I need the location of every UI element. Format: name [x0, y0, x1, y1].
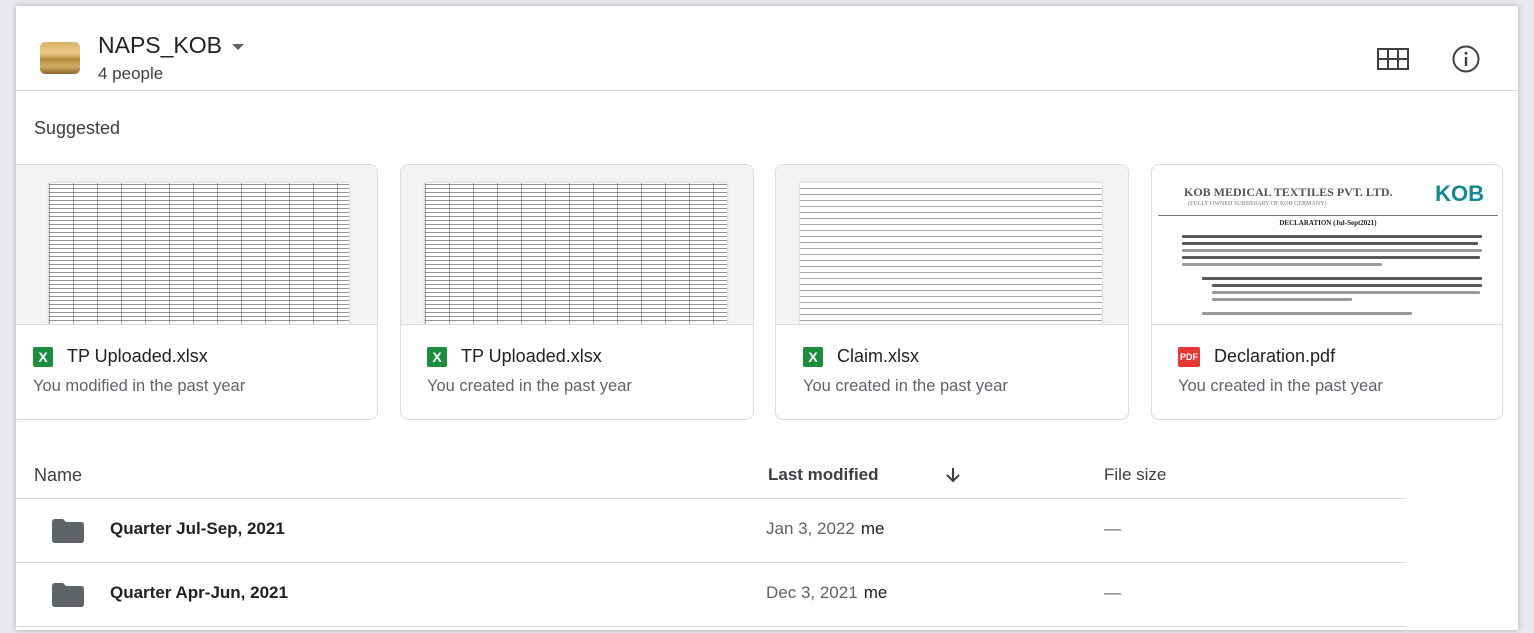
file-preview-thumbnail: [401, 165, 753, 325]
suggested-file-card[interactable]: KOB MEDICAL TEXTILES PVT. LTD. (FULLY OW…: [1151, 164, 1503, 420]
excel-file-icon: X: [427, 346, 447, 367]
last-modified-cell: Dec 3, 2021 me: [766, 583, 887, 603]
column-header-name[interactable]: Name: [34, 465, 82, 486]
column-header-last-modified[interactable]: Last modified: [768, 465, 879, 485]
suggested-file-card[interactable]: X Claim.xlsx You created in the past yea…: [775, 164, 1129, 420]
column-header-file-size: File size: [1104, 465, 1167, 484]
excel-file-icon: X: [33, 346, 53, 367]
pdf-file-icon: PDF: [1178, 346, 1200, 367]
file-activity: You created in the past year: [427, 377, 632, 395]
text-line: [1182, 235, 1482, 238]
text-line: [1182, 263, 1382, 266]
file-name: Declaration.pdf: [1214, 346, 1336, 366]
excel-file-icon: X: [803, 346, 823, 367]
pdf-preview: KOB MEDICAL TEXTILES PVT. LTD. (FULLY OW…: [1158, 179, 1498, 324]
table-row[interactable]: Quarter Jul-Sep, 2021 Jan 3, 2022 me —: [16, 499, 1406, 563]
modified-by: me: [860, 519, 885, 538]
file-preview-thumbnail: [776, 165, 1128, 325]
file-name: Claim.xlsx: [837, 346, 920, 366]
arrow-down-icon[interactable]: [944, 466, 962, 489]
file-name: TP Uploaded.xlsx: [67, 346, 208, 366]
text-line: [1182, 249, 1482, 252]
drive-thumbnail: [40, 42, 80, 74]
folder-name[interactable]: Quarter Apr-Jun, 2021: [110, 583, 288, 603]
suggested-file-card[interactable]: X TP Uploaded.xlsx You modified in the p…: [16, 164, 378, 420]
text-line: [1182, 256, 1480, 259]
file-size-cell: —: [1104, 583, 1121, 602]
text-line: [1212, 284, 1482, 287]
spreadsheet-preview: [800, 183, 1102, 324]
file-name: TP Uploaded.xlsx: [461, 346, 602, 366]
file-activity: You created in the past year: [803, 377, 1008, 395]
modified-by: me: [863, 583, 888, 602]
last-modified-cell: Jan 3, 2022 me: [766, 519, 884, 539]
shared-drive-panel: NAPS_KOB 4 people Suggested X TP Uploade…: [16, 6, 1518, 630]
modified-date: Jan 3, 2022: [766, 519, 855, 538]
text-line: [1212, 291, 1480, 294]
kob-logo: KOB: [1435, 181, 1484, 206]
drive-members[interactable]: 4 people: [98, 64, 163, 84]
suggested-heading: Suggested: [34, 118, 121, 138]
file-preview-thumbnail: [16, 165, 377, 325]
spreadsheet-preview: [425, 183, 727, 324]
table-row[interactable]: Quarter Apr-Jun, 2021 Dec 3, 2021 me —: [16, 563, 1406, 627]
file-preview-thumbnail: KOB MEDICAL TEXTILES PVT. LTD. (FULLY OW…: [1152, 165, 1502, 325]
drive-name-menu[interactable]: NAPS_KOB: [98, 32, 244, 59]
file-activity: You created in the past year: [1178, 377, 1383, 395]
text-line: [1202, 312, 1412, 315]
spreadsheet-preview: [49, 183, 349, 324]
text-line: [1212, 298, 1352, 301]
preview-company-subtitle: (FULLY OWNED SUBSIDIARY OF KOB GERMANY): [1188, 201, 1327, 207]
info-icon[interactable]: [1449, 42, 1483, 76]
file-list-header: Name Last modified File size: [16, 450, 1406, 499]
preview-divider: [1158, 215, 1498, 216]
file-activity: You modified in the past year: [33, 377, 246, 395]
preview-company-name: KOB MEDICAL TEXTILES PVT. LTD.: [1184, 185, 1393, 199]
folder-icon: [52, 583, 84, 612]
folder-name[interactable]: Quarter Jul-Sep, 2021: [110, 519, 285, 539]
drive-name[interactable]: NAPS_KOB: [98, 32, 222, 59]
preview-title: DECLARATION (Jul-Sept2021): [1279, 219, 1377, 227]
modified-date: Dec 3, 2021: [766, 583, 858, 602]
grid-view-icon[interactable]: [1376, 42, 1410, 76]
folder-icon: [52, 519, 84, 548]
drive-header: NAPS_KOB 4 people: [16, 6, 1518, 91]
suggested-file-card[interactable]: X TP Uploaded.xlsx You created in the pa…: [400, 164, 754, 420]
text-line: [1202, 277, 1482, 280]
text-line: [1182, 242, 1478, 245]
chevron-down-icon[interactable]: [232, 44, 244, 50]
file-size-cell: —: [1104, 519, 1121, 538]
